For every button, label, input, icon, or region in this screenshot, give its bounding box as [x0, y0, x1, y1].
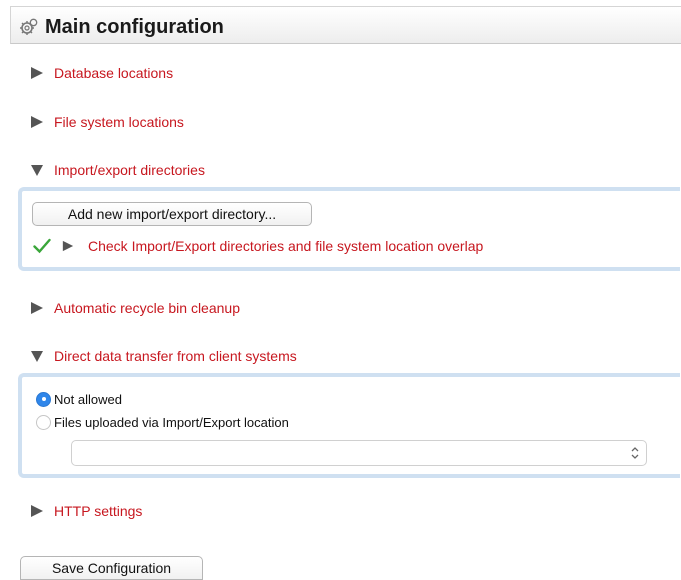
section-file-system-locations[interactable]: File system locations: [30, 112, 184, 132]
section-direct-data-transfer[interactable]: Direct data transfer from client systems: [30, 346, 297, 366]
add-import-export-directory-button[interactable]: Add new import/export directory...: [32, 202, 312, 226]
triangle-right-icon: [31, 302, 43, 314]
gears-icon: [20, 18, 38, 35]
triangle-down-icon: [31, 351, 43, 362]
radio-label: Files uploaded via Import/Export locatio…: [54, 414, 289, 430]
import-export-panel: Add new import/export directory... Check…: [18, 187, 680, 271]
section-recycle-bin-cleanup[interactable]: Automatic recycle bin cleanup: [30, 298, 240, 318]
radio-selected[interactable]: [36, 391, 51, 407]
triangle-right-icon[interactable]: [62, 240, 74, 252]
import-export-location-select[interactable]: [71, 440, 647, 466]
section-import-export-directories[interactable]: Import/export directories: [30, 160, 205, 180]
main-configuration-header: Main configuration: [10, 6, 681, 44]
section-label[interactable]: Automatic recycle bin cleanup: [54, 300, 240, 316]
radio-label: Not allowed: [54, 391, 122, 407]
triangle-right-icon: [31, 67, 43, 79]
save-configuration-button[interactable]: Save Configuration: [20, 556, 203, 580]
radio-option-not-allowed[interactable]: Not allowed: [36, 390, 122, 408]
section-label[interactable]: Direct data transfer from client systems: [54, 348, 297, 364]
radio-option-files-uploaded[interactable]: Files uploaded via Import/Export locatio…: [36, 413, 289, 431]
checkmark-icon: [33, 238, 51, 254]
chevron-updown-icon: [631, 447, 639, 459]
section-label[interactable]: Import/export directories: [54, 162, 205, 178]
triangle-right-icon: [31, 505, 43, 517]
page-title: Main configuration: [45, 16, 224, 38]
radio-unselected[interactable]: [36, 414, 51, 430]
triangle-right-icon: [31, 116, 43, 128]
direct-transfer-panel: Not allowed Files uploaded via Import/Ex…: [18, 373, 680, 478]
section-label[interactable]: HTTP settings: [54, 503, 142, 519]
section-label[interactable]: File system locations: [54, 114, 184, 130]
check-overlap-link[interactable]: Check Import/Export directories and file…: [88, 238, 483, 254]
section-database-locations[interactable]: Database locations: [30, 63, 173, 83]
section-label[interactable]: Database locations: [54, 65, 173, 81]
triangle-down-icon: [31, 165, 43, 176]
section-http-settings[interactable]: HTTP settings: [30, 501, 142, 521]
